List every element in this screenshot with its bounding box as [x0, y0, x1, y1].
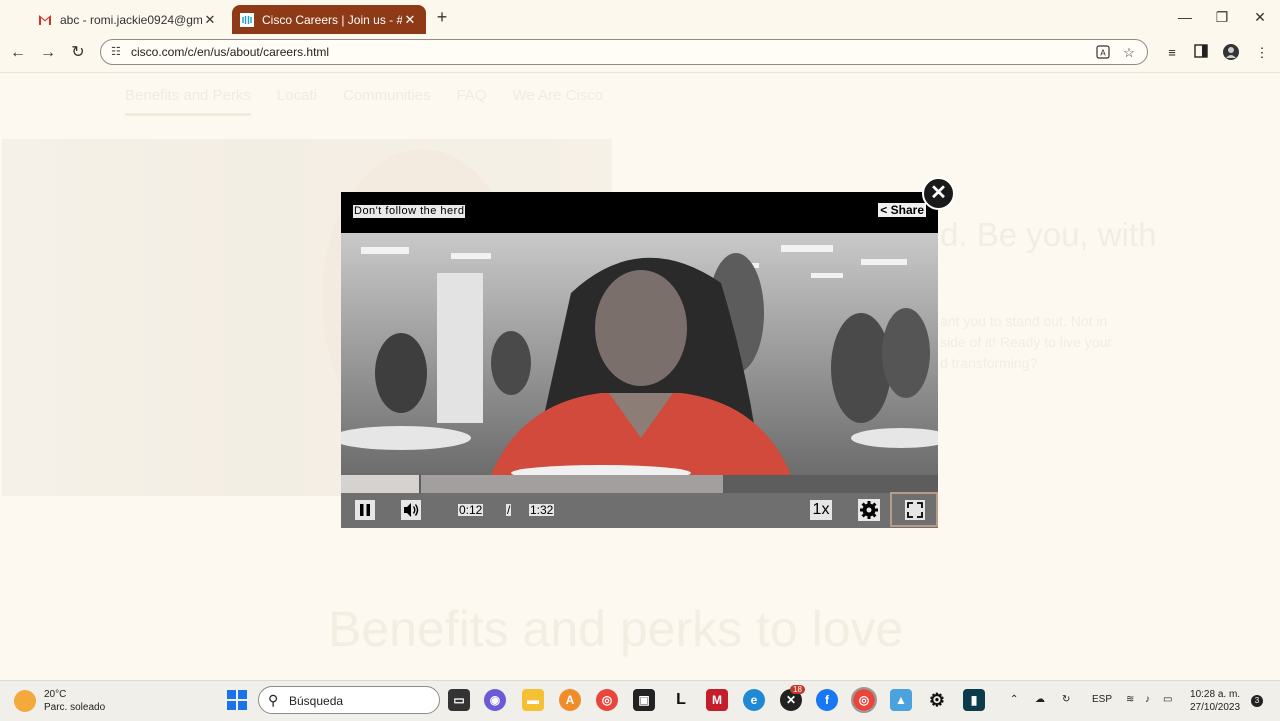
- menu-icon[interactable]: ⋮: [1253, 44, 1271, 62]
- close-tab-icon[interactable]: ✕: [202, 12, 218, 28]
- wifi-icon[interactable]: ≋: [1126, 694, 1134, 705]
- chrome-active-icon[interactable]: ◎: [851, 687, 877, 713]
- xbox-badge: 18: [790, 685, 805, 694]
- browser-toolbar: ← → ↻ ☷ cisco.com/c/en/us/about/careers.…: [0, 34, 1280, 73]
- settings-button[interactable]: [856, 497, 882, 523]
- store-icon[interactable]: ▣: [633, 689, 655, 711]
- forward-icon[interactable]: →: [38, 43, 58, 63]
- close-modal-button[interactable]: ✕: [922, 177, 955, 210]
- back-icon[interactable]: ←: [8, 43, 28, 63]
- file-explorer-icon[interactable]: ▬: [522, 689, 544, 711]
- photos-icon[interactable]: ▲: [890, 689, 912, 711]
- share-button[interactable]: < Share: [878, 203, 926, 217]
- share-label: Share: [890, 203, 924, 217]
- new-tab-button[interactable]: +: [432, 7, 452, 27]
- reload-icon[interactable]: ↻: [68, 43, 88, 63]
- speaker-icon[interactable]: ♪: [1145, 694, 1150, 705]
- taskbar-search[interactable]: ⚲ Búsqueda: [258, 686, 440, 714]
- sync-icon[interactable]: ↻: [1062, 694, 1070, 705]
- video-title: Don't follow the herd: [353, 205, 466, 218]
- volume-icon: [401, 500, 421, 520]
- svg-text:A: A: [1100, 49, 1106, 58]
- progress-fill: [341, 475, 419, 493]
- weather-desc: Parc. soleado: [44, 702, 106, 713]
- reading-list-icon[interactable]: ≡: [1163, 44, 1181, 62]
- battery-icon[interactable]: ▭: [1163, 694, 1172, 705]
- fullscreen-icon: [905, 500, 925, 520]
- video-frame[interactable]: [341, 233, 938, 475]
- tab-cisco-careers[interactable]: Cisco Careers | Join us - #W ✕: [232, 5, 426, 34]
- volume-button[interactable]: [398, 497, 424, 523]
- url-text: cisco.com/c/en/us/about/careers.html: [131, 45, 330, 59]
- video-header: Don't follow the herd < Share: [341, 192, 938, 233]
- tab-strip: abc - romi.jackie0924@gmail.c ✕ Cisco Ca…: [0, 0, 1280, 34]
- share-icon: <: [880, 203, 888, 217]
- windows-start-icon[interactable]: [226, 689, 248, 711]
- language-indicator[interactable]: ESP: [1092, 694, 1112, 705]
- clock-date: 27/10/2023: [1190, 702, 1241, 713]
- progress-bar[interactable]: [341, 475, 938, 493]
- chat-icon[interactable]: ◉: [484, 689, 506, 711]
- windows-taskbar: 20°C Parc. soleado ⚲ Búsqueda ▭ ◉ ▬ A ◎ …: [0, 680, 1280, 721]
- buffered-bar: [421, 475, 723, 493]
- current-time: 0:12: [458, 503, 484, 517]
- chevron-up-icon[interactable]: ⌃: [1010, 694, 1018, 705]
- clock[interactable]: 10:28 a. m. 27/10/2023: [1190, 688, 1240, 714]
- edge-icon[interactable]: e: [743, 689, 765, 711]
- cisco-icon: [240, 12, 254, 27]
- settings-icon[interactable]: ⚙: [926, 689, 948, 711]
- fullscreen-button[interactable]: [902, 497, 928, 523]
- search-label: Búsqueda: [289, 694, 344, 708]
- profile-avatar[interactable]: [1222, 44, 1240, 62]
- chrome-icon[interactable]: ◎: [596, 689, 618, 711]
- l-app-icon[interactable]: L: [670, 689, 692, 711]
- close-window-icon[interactable]: ✕: [1246, 8, 1274, 26]
- pause-icon: [355, 500, 375, 520]
- close-tab-icon[interactable]: ✕: [402, 12, 418, 28]
- address-bar[interactable]: ☷ cisco.com/c/en/us/about/careers.html A…: [100, 39, 1148, 65]
- avast-icon[interactable]: A: [559, 689, 581, 711]
- duration: 1:32: [529, 503, 555, 517]
- bookmark-star-icon[interactable]: ☆: [1121, 45, 1137, 61]
- side-panel-icon[interactable]: [1192, 44, 1210, 62]
- tab-title: abc - romi.jackie0924@gmail.c: [60, 12, 202, 27]
- translate-icon[interactable]: A: [1095, 45, 1111, 61]
- close-icon: ✕: [930, 182, 947, 204]
- mcafee-icon[interactable]: M: [706, 689, 728, 711]
- onedrive-icon[interactable]: ☁: [1035, 694, 1045, 705]
- task-view-icon[interactable]: ▭: [448, 689, 470, 711]
- gmail-icon: [38, 13, 52, 27]
- weather-widget[interactable]: 20°C Parc. soleado: [14, 688, 105, 714]
- playback-speed-button[interactable]: 1x: [810, 500, 832, 520]
- facebook-icon[interactable]: f: [816, 689, 838, 711]
- weather-temp: 20°C: [44, 689, 67, 700]
- search-icon: ⚲: [268, 692, 279, 708]
- weather-icon: [14, 690, 36, 712]
- site-info-icon[interactable]: ☷: [111, 45, 125, 59]
- terminal-icon[interactable]: ▮: [963, 689, 985, 711]
- minimize-icon[interactable]: —: [1171, 8, 1199, 26]
- pause-button[interactable]: [352, 497, 378, 523]
- maximize-icon[interactable]: ❐: [1208, 8, 1236, 26]
- video-controls: 0:12 / 1:32 1x: [341, 475, 938, 528]
- notification-badge[interactable]: 3: [1251, 695, 1263, 707]
- video-modal: Don't follow the herd < Share 0:12 / 1:3…: [341, 192, 938, 528]
- clock-time: 10:28 a. m.: [1190, 689, 1241, 700]
- time-separator: /: [506, 503, 512, 517]
- gear-icon: [858, 499, 880, 521]
- tab-gmail[interactable]: abc - romi.jackie0924@gmail.c ✕: [30, 5, 226, 34]
- tab-title: Cisco Careers | Join us - #W: [262, 12, 402, 27]
